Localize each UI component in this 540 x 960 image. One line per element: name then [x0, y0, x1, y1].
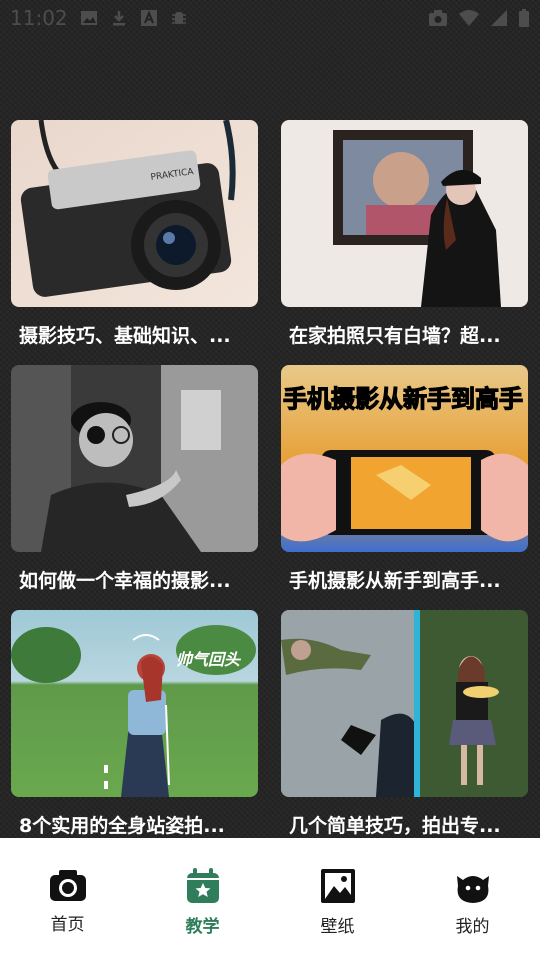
bottom-nav: 首页 教学 壁纸 我的 [0, 838, 540, 960]
tutorial-card[interactable]: 几个简单技巧，拍出专... [281, 610, 528, 838]
status-time: 11:02 [10, 6, 68, 30]
tutorial-card[interactable]: 如何做一个幸福的摄影... [11, 365, 258, 593]
tutorial-title: 8个实用的全身站姿拍... [19, 815, 225, 837]
face-icon [454, 868, 492, 908]
font-icon [140, 9, 158, 27]
download-icon [110, 9, 128, 27]
calendar-star-icon [186, 868, 220, 908]
nav-label-wallpaper: 壁纸 [320, 917, 355, 937]
tutorial-card[interactable]: 帅气回头 8个实用的全身站姿拍... [11, 610, 258, 838]
tutorial-title: 几个简单技巧，拍出专... [289, 815, 501, 837]
nav-label-mine: 我的 [455, 917, 490, 937]
tutorial-card[interactable]: 在家拍照只有白墙？超... [281, 120, 528, 348]
thumbnail-banner-text: 手机摄影从新手到高手 [283, 385, 523, 413]
tutorial-thumbnail[interactable]: 帅气回头 [11, 610, 258, 797]
bug-icon [170, 9, 188, 27]
tutorial-title: 如何做一个幸福的摄影... [19, 570, 231, 592]
tutorial-title: 在家拍照只有白墙？超... [289, 325, 501, 347]
nav-item-tutorials[interactable]: 教学 [135, 838, 270, 960]
nav-item-home[interactable]: 首页 [0, 838, 135, 960]
thumbnail-caption-text: 帅气回头 [176, 650, 242, 669]
nav-item-wallpaper[interactable]: 壁纸 [270, 838, 405, 960]
tutorial-title: 手机摄影从新手到高手... [289, 570, 501, 592]
nav-item-mine[interactable]: 我的 [405, 838, 540, 960]
nav-label-home: 首页 [50, 915, 85, 935]
signal-icon [490, 9, 508, 31]
image-icon [320, 868, 356, 908]
tutorial-card[interactable]: PRAKTICA 摄影技巧、基础知识、... [11, 120, 258, 348]
tutorial-thumbnail[interactable]: 手机摄影从新手到高手 [281, 365, 528, 552]
wifi-icon [458, 9, 480, 31]
tutorial-title: 摄影技巧、基础知识、... [19, 325, 231, 347]
camera-status-icon [428, 9, 448, 31]
gallery-icon [80, 9, 98, 27]
battery-icon [518, 8, 530, 32]
camera-icon [49, 868, 87, 906]
status-bar: 11:02 [0, 0, 540, 36]
tutorial-card[interactable]: 手机摄影从新手到高手 手机摄影从新手到高手... [281, 365, 528, 593]
tutorial-thumbnail[interactable] [281, 120, 528, 307]
tutorial-thumbnail[interactable]: PRAKTICA [11, 120, 258, 307]
tutorial-thumbnail[interactable] [11, 365, 258, 552]
nav-label-tutorials: 教学 [185, 917, 220, 937]
tutorial-thumbnail[interactable] [281, 610, 528, 797]
